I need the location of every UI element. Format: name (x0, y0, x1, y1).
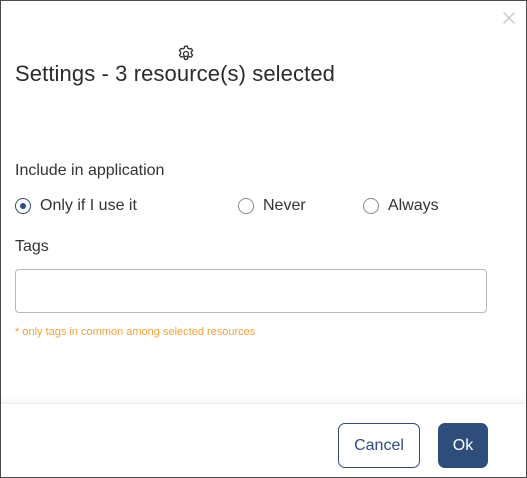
ok-button[interactable]: Ok (438, 423, 488, 468)
tags-input[interactable] (15, 269, 487, 313)
radio-label: Never (263, 197, 306, 214)
cancel-button[interactable]: Cancel (338, 423, 420, 468)
radio-button[interactable] (363, 198, 379, 214)
tags-hint: * only tags in common among selected res… (15, 326, 256, 338)
settings-dialog: Settings - 3 resource(s) selected Includ… (0, 0, 527, 478)
radio-label: Only if I use it (40, 197, 137, 214)
include-in-application-label: Include in application (15, 162, 165, 179)
radio-only-if-i-use-it[interactable]: Only if I use it (15, 195, 137, 217)
radio-never[interactable]: Never (238, 195, 306, 217)
radio-button-checked[interactable] (15, 198, 31, 214)
radio-label: Always (388, 197, 439, 214)
dialog-title: Settings - 3 resource(s) selected (15, 61, 335, 86)
radio-always[interactable]: Always (363, 195, 439, 217)
close-icon[interactable] (501, 10, 517, 26)
tags-label: Tags (15, 238, 49, 255)
radio-button[interactable] (238, 198, 254, 214)
